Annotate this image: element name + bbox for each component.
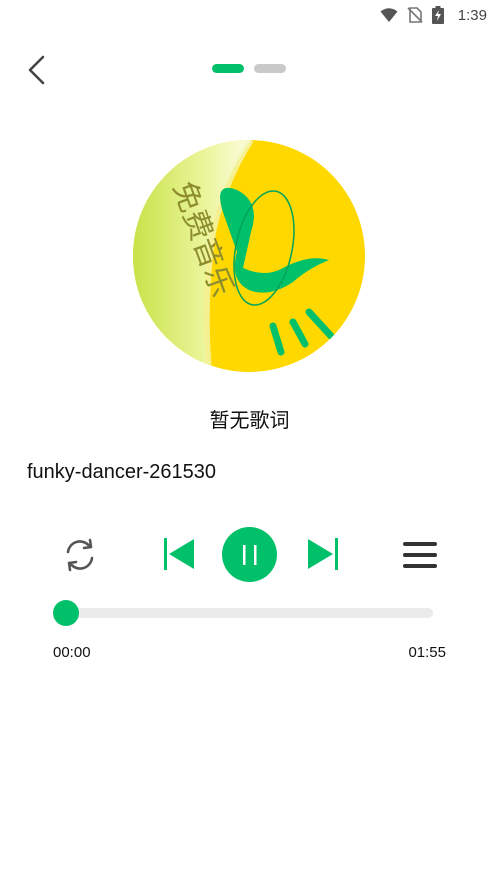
status-bar: 1:39: [0, 0, 499, 30]
album-art: 免费音乐: [133, 140, 365, 372]
repeat-icon: [66, 538, 94, 572]
song-title: funky-dancer-261530: [27, 461, 217, 483]
no-sim-icon: [406, 6, 424, 24]
music-player-screen: 1:39 免费音乐 暂无歌词 funky-dancer-261530 00:00…: [0, 0, 499, 887]
playlist-menu-icon: [403, 542, 437, 568]
back-button[interactable]: [18, 52, 54, 88]
skip-next-icon: [308, 538, 338, 570]
pause-icon: [242, 544, 256, 565]
current-time: 00:00: [53, 644, 91, 661]
battery-charging-icon: [431, 6, 450, 24]
progress-thumb[interactable]: [53, 600, 79, 626]
next-button[interactable]: [302, 533, 344, 575]
skip-previous-icon: [164, 538, 194, 570]
wifi-icon: [380, 6, 398, 24]
progress-bar[interactable]: [53, 600, 433, 626]
album-logo-image: 免费音乐: [133, 140, 365, 372]
play-pause-button[interactable]: [222, 527, 277, 582]
total-time: 01:55: [408, 644, 446, 661]
status-time: 1:39: [457, 6, 487, 24]
repeat-button[interactable]: [58, 533, 102, 577]
page-dot-album[interactable]: [212, 64, 244, 73]
lyrics-text: 暂无歌词: [209, 408, 290, 432]
previous-button[interactable]: [158, 533, 200, 575]
chevron-left-icon: [28, 55, 45, 85]
page-indicator: [212, 64, 286, 73]
playlist-button[interactable]: [398, 533, 442, 577]
page-dot-lyrics[interactable]: [254, 64, 286, 73]
